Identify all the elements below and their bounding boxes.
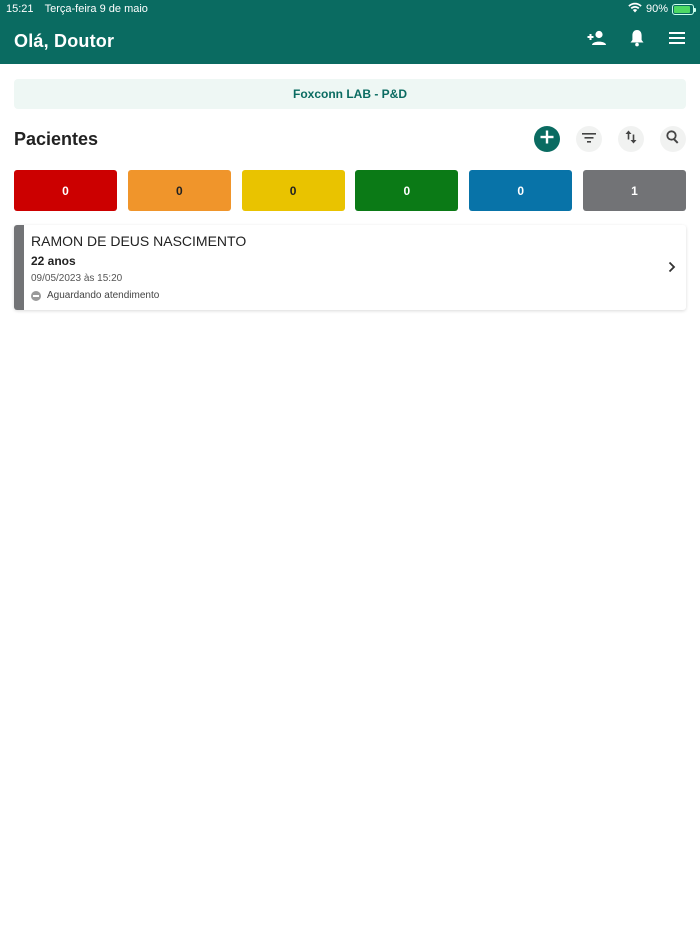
add-patient-button[interactable] <box>534 126 560 152</box>
counter-orange[interactable]: 0 <box>127 170 231 211</box>
add-person-button[interactable] <box>586 29 608 51</box>
wifi-icon <box>628 2 642 16</box>
patient-age: 22 anos <box>31 254 76 268</box>
battery-icon <box>672 3 696 15</box>
status-time: 15:21 <box>6 3 34 15</box>
patient-card[interactable]: RAMON DE DEUS NASCIMENTO 22 anos 09/05/2… <box>14 225 686 310</box>
patient-datetime: 09/05/2023 às 15:20 <box>31 273 123 284</box>
lab-banner: Foxconn LAB - P&D <box>14 79 686 109</box>
status-time-date: 15:21 Terça-feira 9 de maio <box>6 3 148 15</box>
sort-button[interactable] <box>618 126 644 152</box>
patient-name: RAMON DE DEUS NASCIMENTO <box>31 233 247 249</box>
bell-icon <box>629 29 645 52</box>
counter-red[interactable]: 0 <box>14 170 117 211</box>
search-icon <box>666 129 680 149</box>
header-actions <box>586 29 688 51</box>
priority-accent-bar <box>14 225 24 310</box>
counter-green[interactable]: 0 <box>355 170 459 211</box>
priority-counters: 0 0 0 0 0 1 <box>14 170 686 211</box>
search-button[interactable] <box>660 126 686 152</box>
filter-icon <box>582 130 596 148</box>
filter-button[interactable] <box>576 126 602 152</box>
waiting-status-icon <box>31 290 41 301</box>
lab-name: Foxconn LAB - P&D <box>293 87 407 101</box>
patient-status-label: Aguardando atendimento <box>47 290 160 301</box>
counter-yellow[interactable]: 0 <box>241 170 345 211</box>
counter-blue[interactable]: 0 <box>469 170 573 211</box>
status-date: Terça-feira 9 de maio <box>44 3 148 15</box>
notifications-button[interactable] <box>626 29 648 51</box>
menu-button[interactable] <box>666 29 688 51</box>
patient-status: Aguardando atendimento <box>31 290 159 301</box>
add-icon <box>540 130 554 149</box>
greeting-title: Olá, Doutor <box>14 31 115 51</box>
patients-toolbar <box>534 126 686 152</box>
counter-gray[interactable]: 1 <box>582 170 686 211</box>
add-person-icon <box>587 30 607 51</box>
page-title: Pacientes <box>14 129 99 149</box>
battery-percent: 90% <box>645 3 668 15</box>
chevron-right-icon <box>668 260 676 278</box>
menu-icon <box>669 31 685 49</box>
status-bar: 15:21 Terça-feira 9 de maio 90% <box>0 0 700 18</box>
status-indicators: 90% <box>628 2 696 16</box>
app-header: 15:21 Terça-feira 9 de maio 90% Olá, Dou… <box>0 0 700 64</box>
sort-icon <box>625 130 637 149</box>
patient-card-body: RAMON DE DEUS NASCIMENTO 22 anos 09/05/2… <box>24 225 686 310</box>
